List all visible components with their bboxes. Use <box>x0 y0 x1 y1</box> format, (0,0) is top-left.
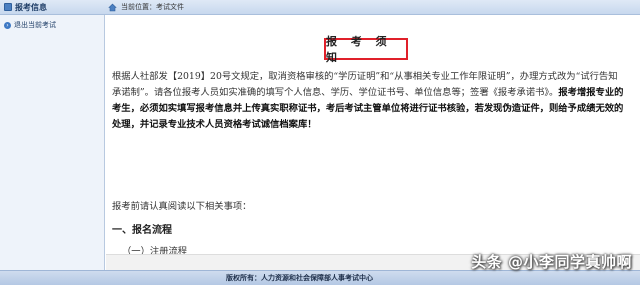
paragraph-normal-text: 根据人社部发【2019】20号文规定，取消资格审核的“学历证明”和“从事相关专业… <box>112 71 618 98</box>
sidebar: › 退出当前考试 <box>0 15 105 270</box>
section-heading: 一、报名流程 <box>112 225 172 236</box>
document-area: 报 考 须 知 根据人社部发【2019】20号文规定，取消资格审核的“学历证明”… <box>106 15 640 270</box>
document-title: 报 考 须 知 <box>326 35 392 64</box>
breadcrumb: 当前位置： 考试文件 <box>108 0 184 14</box>
home-icon <box>108 3 117 12</box>
top-bar: 报考信息 当前位置： 考试文件 <box>0 0 640 15</box>
sidebar-header: 报考信息 <box>0 0 104 14</box>
exit-icon: › <box>4 21 11 29</box>
footer: 版权所有：人力资源和社会保障部人事考试中心 <box>0 270 640 285</box>
sidebar-title: 报考信息 <box>15 2 47 12</box>
document-paragraph: 根据人社部发【2019】20号文规定，取消资格审核的“学历证明”和“从事相关专业… <box>112 69 626 133</box>
breadcrumb-prefix: 当前位置： <box>121 3 156 11</box>
breadcrumb-current[interactable]: 考试文件 <box>156 2 184 12</box>
watermark: 头条 @小李同学真帅啊 <box>471 253 632 271</box>
document-title-box: 报 考 须 知 <box>324 35 408 64</box>
sidebar-item-exit-exam[interactable]: › 退出当前考试 <box>4 20 56 30</box>
sidebar-item-label: 退出当前考试 <box>14 21 56 29</box>
folder-icon <box>4 3 12 11</box>
reading-note: 报考前请认真阅读以下相关事项： <box>112 201 252 212</box>
copyright-text: 版权所有：人力资源和社会保障部人事考试中心 <box>226 274 373 282</box>
